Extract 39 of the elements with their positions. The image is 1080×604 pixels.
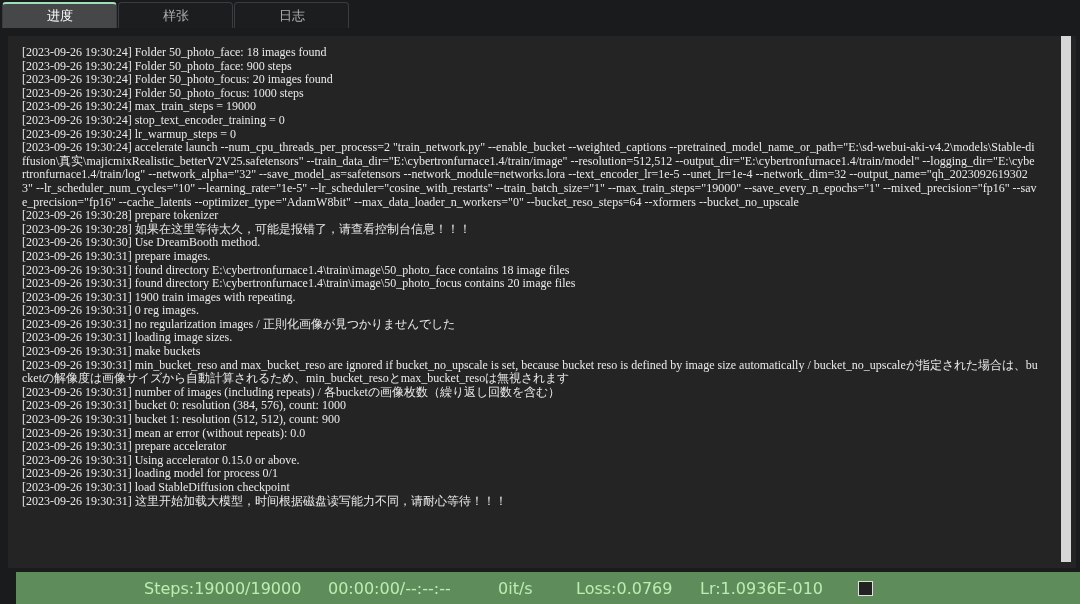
log-line: [2023-09-26 19:30:31] found directory E:\cybertronfurnace1.4\train\image\50_photo_face contains 18 image files: [22, 263, 571, 278]
log-line: [2023-09-26 19:30:31] bucket 0: resolution (384, 576), count: 1000: [22, 399, 347, 414]
log-line: [2023-09-26 19:30:31] prepare images.: [22, 249, 212, 264]
log-line: [2023-09-26 19:30:24] Folder 50_photo_focus: 1000 steps: [22, 86, 305, 101]
log-line: [2023-09-26 19:30:31] Using accelerator 0.15.0 or above.: [22, 453, 301, 468]
log-line: [2023-09-26 19:30:31] bucket 1: resolution (512, 512), count: 900: [22, 413, 341, 427]
log-line: [2023-09-26 19:30:24] lr_warmup_steps = 0: [22, 127, 237, 142]
log-line: [2023-09-26 19:30:31] 1900 train images with repeating.: [22, 290, 296, 305]
log-line: [2023-09-26 19:30:24] stop_text_encoder_training = 0: [22, 113, 286, 128]
tab[interactable]: 样张: [118, 2, 233, 28]
log-line: [2023-09-26 19:30:31] number of images (including repeats) / 各bucketの画像枚数（繰り返し回数を含む）: [22, 385, 561, 400]
log-line: [2023-09-26 19:30:24] max_train_steps = 19000: [22, 100, 258, 114]
log-line: [2023-09-26 19:30:24] Folder 50_photo_face: 900 steps: [22, 59, 292, 74]
lr-text: Lr:1.0936E-010: [700, 578, 824, 598]
log-line: [2023-09-26 19:30:31] min_bucket_reso and max_bucket_reso are ignored if bucket_no_upscale is set, because bucket reso is defined by image size automatically / bucket_no_upscaleが指定された場合は、bucketの解像度は画像サイズから自動計算されるため、min_bucket_resoとmax_bucket_resoは無視されます: [22, 358, 1038, 386]
checkbox[interactable]: [858, 580, 873, 596]
log-line: [2023-09-26 19:30:31] found directory E:\cybertronfurnace1.4\train\image\50_photo_focus contains 20 image files: [22, 277, 577, 291]
log-line: [2023-09-26 19:30:28] prepare tokenizer: [22, 209, 219, 223]
tab[interactable]: 日志: [234, 2, 349, 28]
log-line: [2023-09-26 19:30:24] Folder 50_photo_face: 18 images found: [22, 46, 328, 60]
log-line: [2023-09-26 19:30:31] no regularization images / 正則化画像が見つかりませんでした: [22, 317, 456, 332]
scrollbar[interactable]: [1058, 36, 1076, 568]
log-line: [2023-09-26 19:30:31] 这里开始加载大模型，时间根据磁盘读写能力不同，请耐心等待！！！: [22, 494, 508, 509]
log-line: [2023-09-26 19:30:24] Folder 50_photo_focus: 20 images found: [22, 73, 334, 87]
log-line: [2023-09-26 19:30:28] 如果在这里等待太久，可能是报错了，请查看控制台信息！！！: [22, 222, 472, 237]
log-line: [2023-09-26 19:30:30] Use DreamBooth method.: [22, 236, 262, 250]
log-line: [2023-09-26 19:30:31] loading model for process 0/1: [22, 467, 279, 481]
log-line: [2023-09-26 19:30:31] mean ar error (without repeats): 0.0: [22, 426, 307, 441]
loss-text: Loss:0.0769: [576, 578, 674, 598]
log-line: [2023-09-26 19:30:24] accelerate launch --num_cpu_threads_per_process=2 "train_network.py" --enable_bucket --weighted_captions --pretrained_model_name_or_path="E:\sd-webui-aki-v4.2\models\Stable-diffusion\真实\majicmixRealistic_betterV2V25.safetensors" --train_data_dir="E:\cybertronfurnace1.4/train/image" --resolution=512,512 --output_dir="E:\cybertronfurnace1.4/train/model" --logging_dir="E:\cybertronfurnace1.4/train/log" --network_alpha="32" --save_model_as=safetensors --network_module=networks.lora --text_encoder_lr=1e-5 --unet_lr=1e-4 --network_dim=32 --output_name="qh_20230926193023" --lr_scheduler_num_cycles="10" --learning_rate="1e-5" --lr_scheduler="cosine_with_restarts" --train_batch_size="1" --max_train_steps="19000" --save_every_n_epochs="1" --mixed_precision="fp16" --save_precision="fp16" --cache_latents --optimizer_type="AdamW8bit" --max_data_loader_n_workers="0" --bucket_reso_steps=64 --xformers --bucket_no_upscale: [22, 141, 1038, 210]
log-line: [2023-09-26 19:30:31] make buckets: [22, 345, 202, 359]
log-line: [2023-09-26 19:30:31] prepare accelerator: [22, 440, 227, 454]
log-line: [2023-09-26 19:30:31] loading image sizes.: [22, 331, 233, 346]
tab[interactable]: 进度: [2, 2, 117, 28]
log-line: [2023-09-26 19:30:31] 0 reg images.: [22, 304, 199, 318]
time-text: 00:00:00/--:--:--: [328, 578, 452, 598]
speed-text: 0it/s: [498, 578, 534, 598]
log-line: [2023-09-26 19:30:31] load StableDiffusion checkpoint: [22, 481, 291, 494]
steps-text: Steps:19000/19000: [144, 578, 303, 598]
